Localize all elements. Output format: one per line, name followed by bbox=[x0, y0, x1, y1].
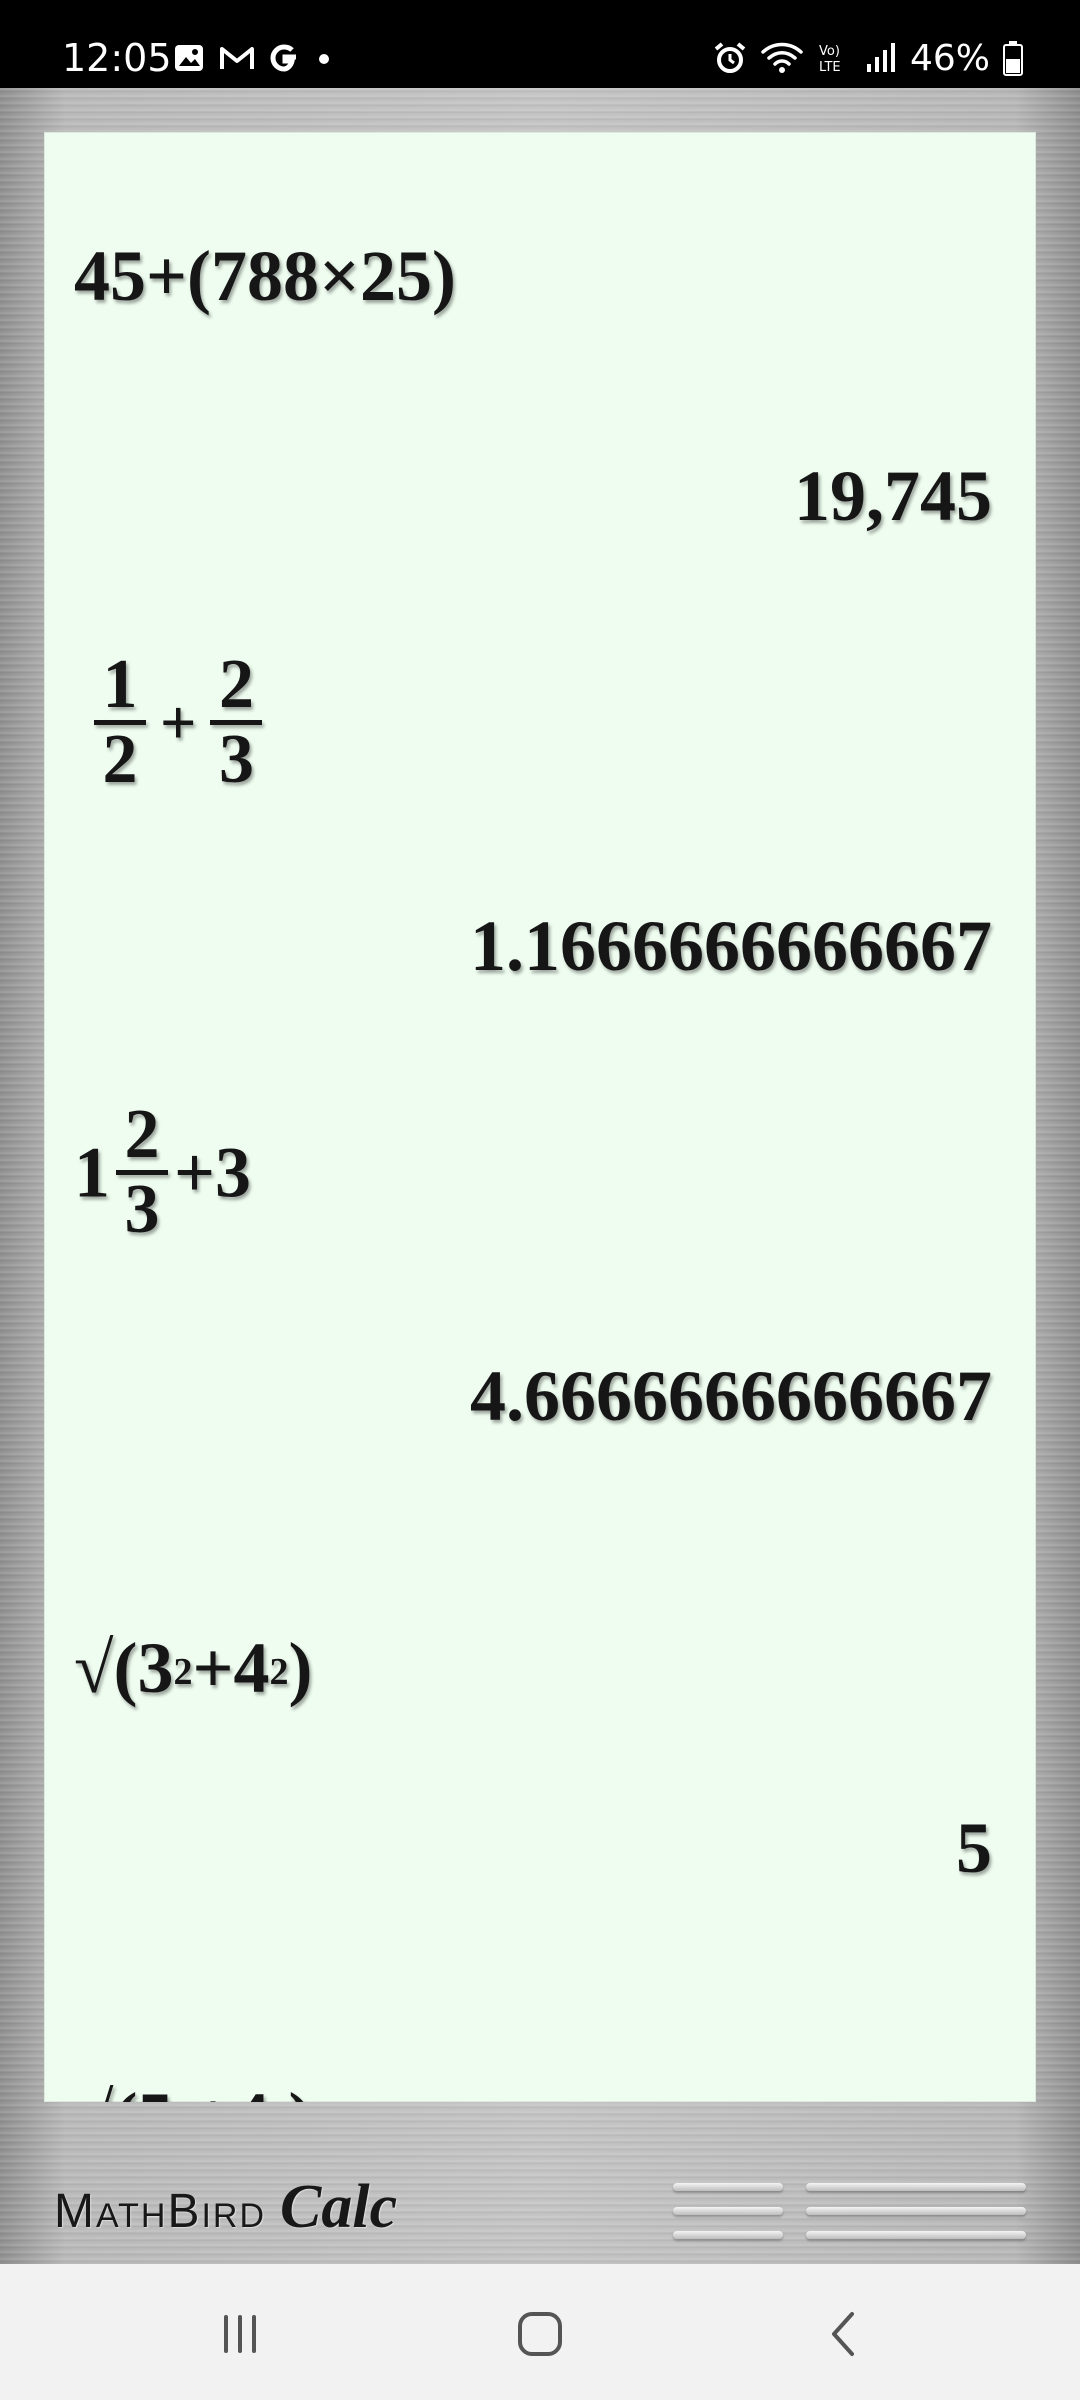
expression-part: ) bbox=[288, 1628, 313, 1708]
dot-icon bbox=[319, 54, 329, 64]
expression-part: +4 bbox=[192, 1628, 270, 1708]
battery-percent: 46% bbox=[909, 37, 990, 79]
gallery-icon bbox=[175, 45, 203, 71]
signal-icon bbox=[866, 43, 895, 72]
expression-part: ) bbox=[289, 2078, 313, 2102]
svg-text:Vo): Vo) bbox=[819, 44, 840, 59]
home-icon bbox=[518, 2312, 562, 2356]
system-icons: Vo) LTE 46% bbox=[712, 34, 1024, 82]
volte-icon: Vo)LTE bbox=[819, 44, 841, 75]
home-button[interactable] bbox=[490, 2294, 590, 2374]
result-line[interactable]: 1.1666666666667 bbox=[470, 906, 992, 986]
fraction: 2 3 bbox=[116, 1096, 168, 1248]
wifi-icon bbox=[761, 42, 803, 73]
fraction: 2 3 bbox=[210, 646, 263, 798]
alarm-icon bbox=[714, 42, 746, 73]
expression-part: √(3 bbox=[74, 1628, 174, 1708]
svg-text:LTE: LTE bbox=[819, 60, 841, 75]
button-line bbox=[673, 2183, 783, 2191]
brand-suffix: Calc bbox=[280, 2173, 398, 2241]
superscript: 2 bbox=[173, 1651, 193, 1693]
fraction-numerator: 2 bbox=[124, 1096, 160, 1173]
status-bar: 12:05 Vo) LTE 46% bbox=[0, 0, 1080, 88]
back-icon bbox=[832, 2312, 854, 2356]
expression-tail: +3 bbox=[174, 1132, 252, 1213]
whole-number: 1 bbox=[74, 1132, 110, 1213]
recents-icon bbox=[224, 2315, 256, 2353]
expression-line[interactable]: √(32+42) bbox=[74, 1628, 313, 1708]
battery-icon bbox=[1003, 41, 1023, 76]
expression-line[interactable]: 45+(788×25) bbox=[74, 236, 456, 316]
result-line[interactable]: 19,745 bbox=[794, 456, 992, 536]
menu-button[interactable] bbox=[806, 2183, 1026, 2239]
fraction-denominator: 3 bbox=[218, 721, 254, 798]
back-button[interactable] bbox=[794, 2294, 894, 2374]
expression-line[interactable]: 1 2 3 +3 bbox=[74, 1096, 252, 1248]
button-line bbox=[806, 2231, 1026, 2239]
expression-line[interactable]: √(52+42) bbox=[74, 2078, 313, 2102]
fraction-numerator: 2 bbox=[218, 646, 254, 723]
app-logo: MathBird Calc bbox=[54, 2172, 397, 2242]
fraction-denominator: 3 bbox=[124, 1171, 160, 1248]
result-line[interactable]: 4.6666666666667 bbox=[470, 1356, 992, 1436]
google-icon bbox=[270, 44, 296, 72]
button-line bbox=[673, 2231, 783, 2239]
superscript: 2 bbox=[269, 1651, 289, 1693]
status-time: 12:05 bbox=[62, 36, 172, 80]
notification-icons bbox=[172, 38, 334, 78]
superscript: 2 bbox=[174, 2101, 193, 2102]
expression-line[interactable]: 1 2 + 2 3 bbox=[88, 646, 268, 798]
superscript: 2 bbox=[270, 2101, 289, 2102]
brand-name: MathBird bbox=[54, 2185, 267, 2238]
result-line[interactable]: 5 bbox=[956, 1808, 992, 1888]
keypad-toggle-button[interactable] bbox=[673, 2183, 783, 2239]
navigation-bar bbox=[0, 2264, 1080, 2400]
fraction-denominator: 2 bbox=[102, 721, 138, 798]
recents-button[interactable] bbox=[190, 2294, 290, 2374]
fraction: 1 2 bbox=[94, 646, 146, 798]
gmail-icon bbox=[220, 47, 254, 69]
fraction-numerator: 1 bbox=[102, 646, 138, 723]
expression-part: +4 bbox=[193, 2078, 270, 2102]
operator: + bbox=[160, 686, 197, 758]
button-line bbox=[806, 2207, 1026, 2215]
button-line bbox=[673, 2207, 783, 2215]
button-line bbox=[806, 2183, 1026, 2191]
expression-part: √(5 bbox=[74, 2078, 174, 2102]
calculation-tape[interactable]: 45+(788×25) 19,745 1 2 + 2 3 1.166666666… bbox=[44, 132, 1036, 2102]
